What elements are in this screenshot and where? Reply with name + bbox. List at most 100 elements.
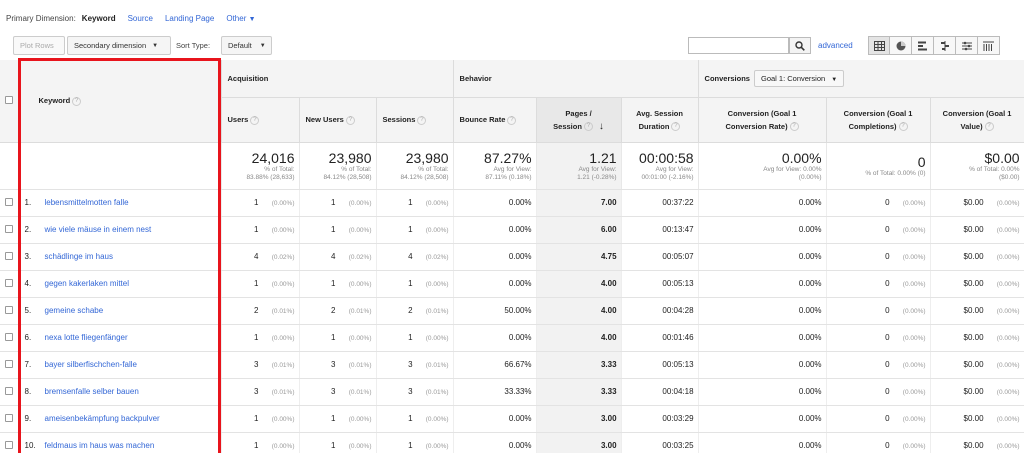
keyword-link[interactable]: schädlinge im haus [45,252,113,261]
total-pages-session-detail: 1.21 (-0.28%) [577,173,617,181]
keyword-link[interactable]: gemeine schabe [45,306,104,315]
completions-cell: 0 (0.00%) [826,324,931,352]
keyword-cell: 2. wie viele mäuse in einem nest [18,216,222,244]
avg-duration-column-header[interactable]: Avg. Session Duration? [621,97,699,143]
new-users-column-header[interactable]: New Users? [299,97,377,143]
completions-cell: 0 (0.00%) [826,270,931,298]
keyword-link[interactable]: gegen kakerlaken mittel [45,279,130,288]
completions-percent: (0.00%) [902,389,926,396]
bar-chart-icon[interactable] [912,36,934,55]
new-users-cell: 3 (0.01%) [299,351,377,379]
keyword-link[interactable]: wie viele mäuse in einem nest [45,225,152,234]
row-checkbox[interactable] [4,440,13,449]
table-search-input[interactable] [688,37,789,54]
row-checkbox[interactable] [4,251,13,260]
bounce-rate-cell: 0.00% [453,432,537,453]
pie-chart-icon[interactable] [890,36,912,55]
sessions-column-header[interactable]: Sessions? [376,97,454,143]
users-column-header[interactable]: Users? [221,97,300,143]
row-checkbox[interactable] [4,413,13,422]
table-view-icon[interactable] [868,36,890,55]
users-cell: 1 (0.00%) [221,270,300,298]
sort-type-dropdown[interactable]: Default ▼ [221,36,272,55]
users-cell: 1 (0.00%) [221,324,300,352]
conversion-rate-column-header[interactable]: Conversion (Goal 1 Conversion Rate)? [698,97,827,143]
row-checkbox[interactable] [4,332,13,341]
users-percent: (0.02%) [271,254,295,261]
table-row: 3. schädlinge im haus 4 (0.02%) 4 (0.02%) 4… [0,243,1024,271]
avg-duration-header-line2: Duration [638,121,670,131]
row-checkbox[interactable] [4,278,13,287]
keyword-link[interactable]: nexa lotte fliegenfänger [45,333,128,342]
row-checkbox[interactable] [4,305,13,314]
value-value: $0.00 [963,333,984,342]
row-checkbox[interactable] [4,224,13,233]
completions-column-header[interactable]: Conversion (Goal 1 Completions)? [826,97,931,143]
sessions-percent: (0.01%) [425,389,449,396]
table-row: 10. feldmaus im haus was machen 1 (0.00%) … [0,432,1024,453]
value-column-header[interactable]: Conversion (Goal 1 Value)? [930,97,1024,143]
search-button[interactable] [789,37,811,54]
value-cell: $0.00 (0.00%) [930,189,1024,217]
help-icon: ? [898,122,908,132]
table-row: 1. lebensmittelmotten falle 1 (0.00%) 1 (0.… [0,189,1024,217]
pages-session-cell: 3.00 [536,405,622,433]
completions-cell: 0 (0.00%) [826,243,931,271]
secondary-dimension-dropdown[interactable]: Secondary dimension ▼ [67,36,171,55]
plot-rows-button[interactable]: Plot Rows [13,36,65,55]
keyword-link[interactable]: lebensmittelmotten falle [45,198,129,207]
conversion-rate-cell: 0.00% [698,243,827,271]
dimension-source-link[interactable]: Source [128,14,153,23]
pages-session-cell: 4.75 [536,243,622,271]
total-users-note: % of Total: [264,165,295,173]
select-all-cell [0,60,19,143]
select-all-checkbox[interactable] [4,95,13,104]
pages-session-cell: 3.33 [536,378,622,406]
value-value: $0.00 [963,252,984,261]
total-avg-duration-value: 00:00:58 [639,149,694,166]
pages-session-cell: 4.00 [536,297,622,325]
pages-session-column-header[interactable]: Pages / Session? ↓ [536,97,622,143]
behavior-group-header: Behavior [453,60,699,98]
new-users-cell: 4 (0.02%) [299,243,377,271]
row-index: 6. [24,333,32,342]
value-cell: $0.00 (0.00%) [930,378,1024,406]
dimension-landing-page-link[interactable]: Landing Page [165,14,214,23]
row-checkbox[interactable] [4,386,13,395]
total-value-value: $0.00 [984,149,1020,166]
term-cloud-icon[interactable] [956,36,978,55]
sessions-header-label: Sessions [382,115,416,124]
keyword-link[interactable]: bremsenfalle selber bauen [45,387,139,396]
avg-duration-cell: 00:04:28 [621,297,699,325]
value-percent: (0.00%) [996,308,1020,315]
total-avg-duration-detail: 00:01:00 (-2.16%) [641,173,694,181]
completions-percent: (0.00%) [902,443,926,450]
pages-session-cell: 4.00 [536,270,622,298]
keyword-link[interactable]: feldmaus im haus was machen [45,441,155,450]
chevron-down-icon: ▼ [259,42,266,49]
keyword-link[interactable]: bayer silberfischchen-falle [45,360,138,369]
goal-selector-dropdown[interactable]: Goal 1: Conversion ▼ [753,69,845,87]
help-icon: ? [583,122,593,132]
chevron-down-icon: ▼ [248,15,256,23]
row-checkbox-cell [0,378,19,406]
keyword-cell: 8. bremsenfalle selber bauen [18,378,222,406]
dimension-keyword[interactable]: Keyword [82,14,116,23]
pages-session-cell: 7.00 [536,189,622,217]
bounce-rate-column-header[interactable]: Bounce Rate? [453,97,537,143]
advanced-filter-link[interactable]: advanced [818,41,853,50]
bounce-rate-header-label: Bounce Rate [459,115,506,124]
new-users-cell: 1 (0.00%) [299,324,377,352]
value-percent: (0.00%) [996,227,1020,234]
comparison-icon[interactable] [934,36,956,55]
users-header-label: Users [227,115,249,124]
row-checkbox[interactable] [4,359,13,368]
dimension-other-dropdown[interactable]: Other ▼ [226,14,255,23]
row-checkbox[interactable] [4,197,13,206]
pivot-icon[interactable] [978,36,1000,55]
keyword-column-header[interactable]: Keyword? [18,60,222,143]
avg-duration-cell: 00:05:07 [621,243,699,271]
completions-percent: (0.00%) [902,254,926,261]
behavior-label: Behavior [459,73,492,83]
keyword-link[interactable]: ameisenbekämpfung backpulver [45,414,160,423]
